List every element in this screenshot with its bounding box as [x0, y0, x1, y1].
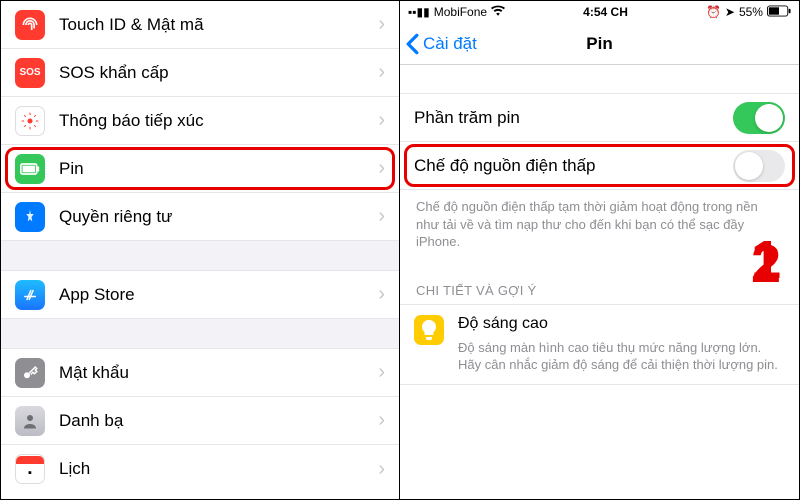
cell-battery[interactable]: Pin ›: [1, 145, 399, 193]
cell-label: Thông báo tiếp xúc: [59, 111, 378, 131]
insight-brightness[interactable]: Độ sáng cao Độ sáng màn hình cao tiêu th…: [400, 304, 799, 385]
appstore-icon: [15, 280, 45, 310]
signal-icon: ▪▪▮▮: [408, 5, 430, 19]
page-title: Pin: [586, 34, 612, 54]
toggle-battery-percentage[interactable]: [733, 102, 785, 134]
section-spacer: [1, 319, 399, 349]
chevron-right-icon: ›: [378, 458, 385, 481]
settings-list-panel: Touch ID & Mật mã › SOS SOS khẩn cấp › T…: [1, 1, 400, 499]
chevron-right-icon: ›: [378, 157, 385, 180]
key-icon: [15, 358, 45, 388]
section-spacer: [1, 241, 399, 271]
chevron-right-icon: ›: [378, 61, 385, 84]
cell-appstore[interactable]: App Store ›: [1, 271, 399, 319]
exposure-icon: [15, 106, 45, 136]
back-label: Cài đặt: [423, 34, 477, 54]
row-battery-percentage[interactable]: Phần trăm pin: [400, 94, 799, 142]
wifi-icon: [491, 5, 505, 19]
row-label: Chế độ nguồn điện thấp: [414, 156, 733, 176]
low-power-footer: Chế độ nguồn điện thấp tạm thời giảm hoạ…: [400, 190, 799, 267]
alarm-icon: ⏰: [706, 5, 721, 19]
carrier-label: MobiFone: [434, 5, 487, 19]
battery-icon: [15, 154, 45, 184]
touchid-icon: [15, 10, 45, 40]
sos-icon: SOS: [15, 58, 45, 88]
chevron-right-icon: ›: [378, 283, 385, 306]
row-label: Phần trăm pin: [414, 108, 733, 128]
cell-passwords[interactable]: Mật khẩu ›: [1, 349, 399, 397]
cell-sos[interactable]: SOS SOS khẩn cấp ›: [1, 49, 399, 97]
nav-bar: Cài đặt Pin: [400, 23, 799, 65]
insight-description: Độ sáng màn hình cao tiêu thụ mức năng l…: [458, 339, 785, 374]
chevron-right-icon: ›: [378, 409, 385, 432]
row-low-power-mode[interactable]: Chế độ nguồn điện thấp: [400, 142, 799, 190]
battery-status-icon: [767, 5, 791, 20]
battery-settings-panel: ▪▪▮▮ MobiFone 4:54 CH ⏰ ➤ 55% Cài đặt: [400, 1, 799, 499]
chevron-right-icon: ›: [378, 13, 385, 36]
back-button[interactable]: Cài đặt: [400, 33, 477, 55]
cell-label: Touch ID & Mật mã: [59, 15, 378, 35]
cell-label: App Store: [59, 285, 378, 305]
battery-percent: 55%: [739, 5, 763, 19]
status-time: 4:54 CH: [583, 5, 628, 19]
lightbulb-icon: [414, 315, 444, 345]
status-bar: ▪▪▮▮ MobiFone 4:54 CH ⏰ ➤ 55%: [400, 1, 799, 23]
cell-calendar[interactable]: ▪ Lịch ›: [1, 445, 399, 493]
contacts-icon: [15, 406, 45, 436]
cell-label: Danh bạ: [59, 411, 378, 431]
chevron-right-icon: ›: [378, 361, 385, 384]
chevron-right-icon: ›: [378, 205, 385, 228]
cell-privacy[interactable]: Quyền riêng tư ›: [1, 193, 399, 241]
chevron-right-icon: ›: [378, 109, 385, 132]
cell-label: Mật khẩu: [59, 363, 378, 383]
cell-label: SOS khẩn cấp: [59, 63, 378, 83]
location-icon: ➤: [725, 5, 735, 19]
cell-contacts[interactable]: Danh bạ ›: [1, 397, 399, 445]
cell-label: Pin: [59, 159, 378, 179]
calendar-icon: ▪: [15, 454, 45, 484]
toggle-low-power-mode[interactable]: [733, 150, 785, 182]
cell-label: Lịch: [59, 459, 378, 479]
insight-title: Độ sáng cao: [458, 315, 785, 333]
cell-label: Quyền riêng tư: [59, 207, 378, 227]
cell-exposure[interactable]: Thông báo tiếp xúc ›: [1, 97, 399, 145]
privacy-hand-icon: [15, 202, 45, 232]
cell-touchid[interactable]: Touch ID & Mật mã ›: [1, 1, 399, 49]
section-header-insights: CHI TIẾT VÀ GỢI Ý: [400, 267, 799, 304]
